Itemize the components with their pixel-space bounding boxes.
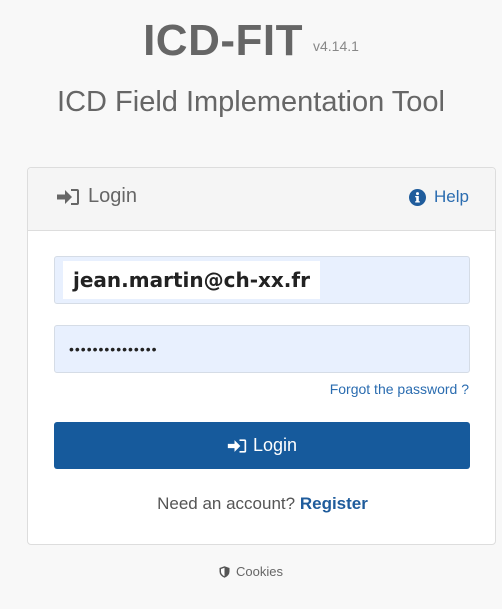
app-subtitle: ICD Field Implementation Tool <box>57 86 445 118</box>
forgot-password-link[interactable]: Forgot the password ? <box>330 381 469 397</box>
login-card: Login Help jean.martin@ch-xx.fr ••••••••… <box>27 167 496 545</box>
register-prompt: Need an account? <box>157 494 296 513</box>
login-button[interactable]: Login <box>54 422 470 469</box>
login-header-label: Login <box>88 185 137 207</box>
info-circle-icon <box>409 188 427 206</box>
email-field[interactable]: jean.martin@ch-xx.fr <box>54 256 470 304</box>
cookies-link[interactable]: Cookies <box>219 564 283 579</box>
app-version: v4.14.1 <box>312 38 359 54</box>
help-link[interactable]: Help <box>409 187 469 207</box>
register-row: Need an account? Register <box>28 494 497 514</box>
password-field-value: ••••••••••••••• <box>69 341 158 357</box>
cookies-label: Cookies <box>236 564 283 579</box>
footer: Cookies <box>0 564 502 581</box>
login-header-title: Login <box>56 185 137 208</box>
shield-icon <box>219 565 230 578</box>
sign-in-icon <box>227 438 247 453</box>
register-link[interactable]: Register <box>300 494 368 513</box>
login-button-label: Login <box>252 435 298 455</box>
password-field[interactable]: ••••••••••••••• <box>54 325 470 373</box>
sign-in-icon <box>57 188 79 205</box>
app-title: ICD-FIT <box>143 16 303 65</box>
login-card-header: Login Help <box>28 168 495 231</box>
help-label: Help <box>434 187 469 206</box>
email-field-value: jean.martin@ch-xx.fr <box>63 261 320 299</box>
app-title-row: ICD-FIT v4.14.1 <box>0 16 502 66</box>
